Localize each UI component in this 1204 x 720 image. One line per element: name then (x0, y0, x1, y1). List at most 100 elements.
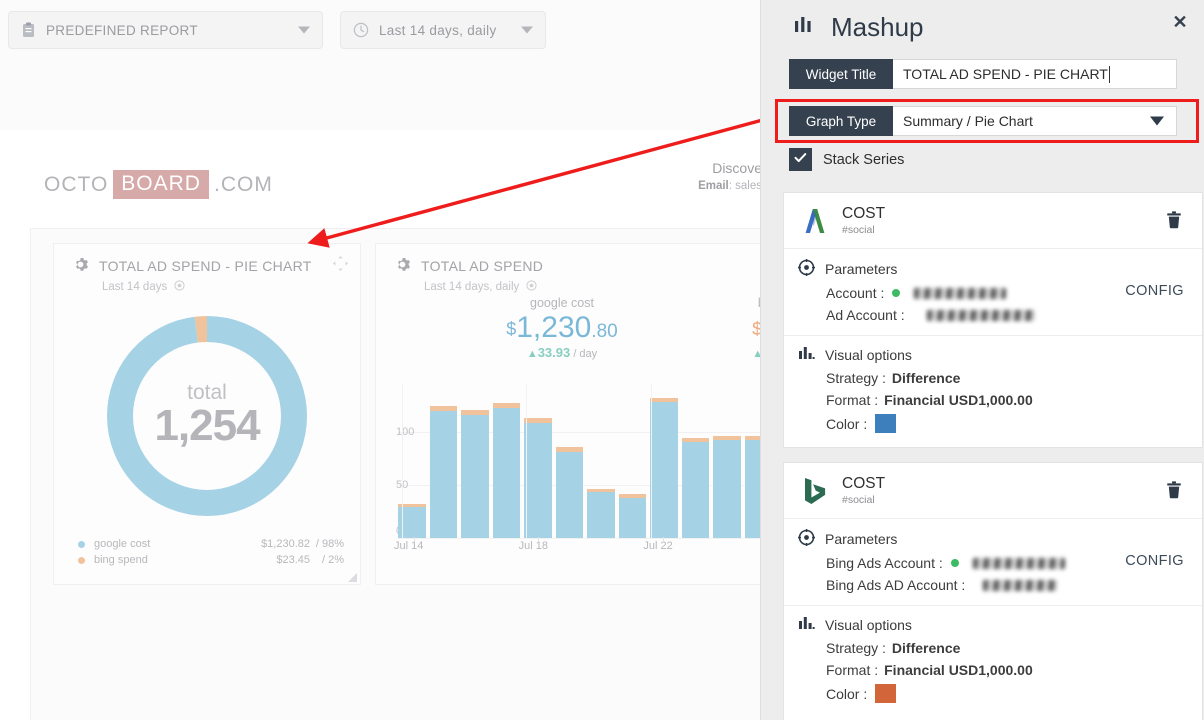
gear-icon[interactable] (72, 256, 89, 276)
source-name-block: COST #social (842, 475, 885, 506)
contact-email-value: : sales (728, 180, 762, 193)
gear-icon[interactable] (394, 256, 411, 276)
bar-chart-icon (798, 346, 815, 364)
gridline (398, 538, 772, 539)
kpi-google-delta: ▲33.93 / day (526, 345, 598, 361)
dashboard-app-area: PREDEFINED REPORT Last 14 days, daily NA… (0, 0, 804, 720)
visual-options-header: Visual options (798, 346, 1188, 364)
visual-option-row: Strategy : Difference (798, 370, 1188, 386)
widget-grid: TOTAL AD SPEND - PIE CHART Last 14 days (30, 228, 804, 720)
widget-pie-chart[interactable]: TOTAL AD SPEND - PIE CHART Last 14 days (53, 243, 361, 585)
contact-email-label: Email (698, 180, 729, 193)
bar-chart-icon (798, 616, 815, 634)
color-swatch[interactable] (875, 414, 897, 433)
config-link[interactable]: CONFIG (1125, 553, 1184, 569)
legend-percent-bing: / 2% (321, 554, 344, 566)
bar-jul-18 (524, 418, 552, 538)
config-link[interactable]: CONFIG (1125, 283, 1184, 299)
legend-dot-google (78, 540, 85, 548)
graph-type-select[interactable]: Summary / Pie Chart (893, 106, 1177, 136)
bar-segment-google (461, 414, 489, 538)
resize-handle[interactable] (348, 573, 357, 582)
dashboard-canvas: OCTO BOARD .COM Discove Email: sales TOT… (0, 130, 804, 720)
bar-jul-24 (713, 436, 741, 538)
predefined-report-select[interactable]: PREDEFINED REPORT (8, 11, 323, 49)
visual-option-value: Financial USD1,000.00 (884, 662, 1033, 678)
chevron-down-icon (298, 26, 310, 34)
widget-title-value: TOTAL AD SPEND - PIE CHART (903, 66, 1108, 82)
pie-widget-subtitle-row: Last 14 days (102, 280, 350, 294)
parameter-key: Bing Ads Account : (826, 555, 943, 571)
kpi-google-label: google cost (530, 296, 594, 310)
widget-bar-chart[interactable]: TOTAL AD SPEND Last 14 days, daily googl… (375, 243, 804, 585)
status-dot-connected (950, 559, 959, 567)
parameters-section: Parameters Account : Ad Account : CONFIG (784, 248, 1202, 335)
bar-segment-google (587, 492, 615, 538)
visual-option-key: Format : (826, 392, 879, 408)
pie-legend: google cost $1,230.82 / 98% bing spend $… (78, 536, 344, 568)
clipboard-icon (21, 22, 36, 38)
bar-jul-17 (492, 403, 520, 538)
visual-options-label: Visual options (825, 617, 912, 633)
source-tag: #social (842, 494, 875, 507)
bar-jul-21 (618, 494, 646, 538)
source-card-google-ads: COST #social Parameters Account : Ad Acc… (783, 192, 1203, 448)
x-tick (662, 537, 664, 542)
trash-icon[interactable] (1166, 481, 1182, 504)
pie-widget-title-row: TOTAL AD SPEND - PIE CHART (72, 256, 350, 276)
donut-center-text: total 1,254 (103, 312, 311, 520)
color-label: Color : (826, 415, 868, 432)
stack-series-row[interactable]: Stack Series (789, 148, 904, 171)
bar-widget-title-row: TOTAL AD SPEND (394, 256, 760, 276)
target-icon (526, 280, 537, 294)
source-header: COST #social (784, 463, 1202, 518)
x-tick (538, 537, 540, 542)
color-row: Color : (798, 414, 1188, 433)
source-name: COST (842, 474, 886, 492)
bar-segment-google (618, 497, 646, 538)
parameters-section: Parameters Bing Ads Account : Bing Ads A… (784, 518, 1202, 605)
date-range-select[interactable]: Last 14 days, daily (340, 11, 546, 49)
bar-plot-x-axis: Jul 14 Jul 18 Jul 22 (394, 537, 772, 556)
masked-value (914, 287, 1007, 299)
parameters-header: Parameters (798, 259, 1188, 279)
graph-type-value: Summary / Pie Chart (903, 113, 1033, 129)
color-row: Color : (798, 684, 1188, 703)
parameter-key: Account : (826, 285, 885, 301)
visual-options-section: Visual options Strategy : Difference For… (784, 335, 1202, 445)
visual-options-section: Visual options Strategy : Difference For… (784, 605, 1202, 715)
parameter-row: Ad Account : (798, 307, 1188, 323)
widget-title-field-row: Widget Title TOTAL AD SPEND - PIE CHART (789, 59, 1177, 89)
date-range-label: Last 14 days, daily (379, 22, 497, 38)
breadcrumb-row: NALYTICS / Overview (0, 60, 774, 174)
stack-series-checkbox[interactable] (789, 148, 812, 171)
kpi-google-value: $1,230.80 (506, 311, 618, 344)
octoboard-logo: OCTO BOARD .COM (44, 170, 273, 199)
pie-widget-header: TOTAL AD SPEND - PIE CHART Last 14 days (72, 256, 350, 294)
visual-option-key: Format : (826, 662, 879, 678)
move-handle-icon[interactable] (333, 256, 348, 274)
legend-label-bing: bing spend (94, 554, 148, 566)
kpi-google-cost: google cost $1,230.80 ▲33.93 / day (482, 296, 642, 360)
chevron-down-icon (521, 26, 533, 34)
parameter-key: Bing Ads AD Account : (826, 577, 966, 593)
bar-widget-header: TOTAL AD SPEND Last 14 days, daily (394, 256, 760, 294)
contact-line1: Discove (712, 160, 762, 176)
bar-plot: 050100 Jul 14Jul 18Jul 22 (386, 384, 772, 554)
color-swatch[interactable] (875, 684, 897, 703)
bar-segment-google (524, 423, 552, 538)
widget-title-input[interactable]: TOTAL AD SPEND - PIE CHART (893, 59, 1177, 89)
bar-widget-subtitle: Last 14 days, daily (424, 281, 520, 293)
close-icon[interactable]: ✕ (1166, 8, 1194, 36)
visual-options-label: Visual options (825, 347, 912, 363)
panel-title: Mashup (831, 12, 924, 42)
target-icon (174, 280, 185, 294)
vertical-gridline (650, 384, 652, 538)
x-tick-label: Jul 18 (518, 540, 549, 552)
graph-type-field-row: Graph Type Summary / Pie Chart (789, 106, 1177, 136)
bar-segment-google (492, 408, 520, 538)
trash-icon[interactable] (1166, 211, 1182, 234)
parameters-label: Parameters (825, 531, 898, 547)
donut-total-value: 1,254 (154, 401, 260, 450)
panel-title-row: Mashup (793, 12, 924, 43)
